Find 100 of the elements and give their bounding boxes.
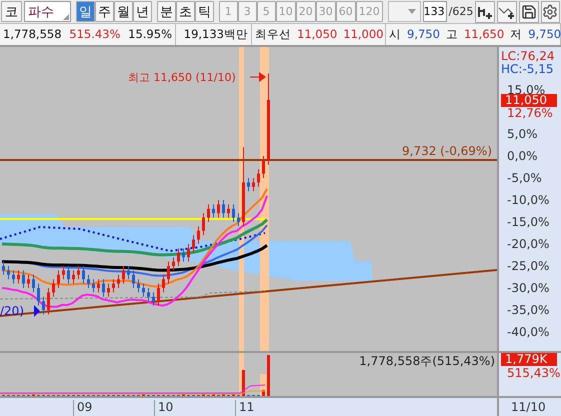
candle — [22, 270, 25, 288]
candle — [152, 292, 155, 306]
date-label: 11 — [235, 400, 254, 416]
candle — [52, 278, 55, 297]
indicator-label: /20) — [0, 304, 24, 318]
candle — [162, 274, 165, 292]
axis-label: -35,0% — [507, 302, 550, 317]
candle — [232, 204, 235, 222]
candle — [57, 270, 60, 288]
candle — [142, 282, 145, 297]
arrow-icon — [250, 72, 266, 82]
date-label: 10 — [154, 400, 174, 416]
quote-label: 저 — [510, 26, 522, 42]
candle — [227, 204, 230, 218]
ask-price: 11,050 — [297, 27, 338, 42]
candle — [107, 282, 110, 297]
candle — [67, 265, 70, 284]
candle — [197, 226, 200, 244]
add-bar-button[interactable] — [475, 0, 496, 23]
candle — [132, 270, 135, 288]
marker-icon — [34, 304, 40, 317]
candle — [42, 296, 45, 314]
stock-name-field[interactable]: 파수 — [24, 1, 71, 22]
add-line-button[interactable] — [497, 0, 518, 23]
high-price-note: 최고 11,650 (11/10) — [128, 70, 236, 85]
change-percent: 12,76% — [507, 106, 553, 120]
candle — [82, 265, 85, 284]
hc-value: HC:-5,15 — [501, 62, 554, 76]
period-tab[interactable]: 분 — [156, 1, 176, 22]
candle — [32, 274, 35, 292]
candle — [17, 270, 20, 284]
candle — [192, 234, 195, 253]
candle — [187, 243, 190, 262]
quote-value: 11,650 — [464, 27, 504, 42]
volume-label: 1,778,558주(515,43%) — [359, 354, 495, 368]
quote-label: 고 — [446, 26, 458, 42]
candle — [257, 168, 260, 187]
candle — [27, 274, 30, 288]
candle — [2, 260, 5, 275]
lc-value: LC:76,24 — [501, 48, 554, 63]
candle — [77, 265, 80, 280]
axis-label: -30,0% — [507, 280, 550, 295]
candle — [177, 248, 180, 266]
candle — [147, 287, 150, 302]
save-button[interactable] — [519, 0, 539, 23]
candle — [37, 282, 40, 306]
quote-value: 9,750 — [407, 27, 440, 42]
period-tab[interactable]: 일 — [76, 1, 95, 22]
candle — [137, 278, 140, 292]
candle — [157, 282, 160, 306]
candle — [217, 199, 220, 218]
candle — [207, 204, 210, 222]
candle — [112, 278, 115, 292]
period-tab[interactable]: 초 — [176, 1, 195, 22]
candle — [212, 204, 215, 218]
axis-label: -20,0% — [507, 236, 550, 251]
candle — [87, 274, 90, 288]
axis-label: -40,0% — [507, 324, 550, 339]
candle — [252, 177, 255, 192]
candle — [97, 278, 100, 292]
axis-label: 0,0% — [507, 148, 538, 163]
candle — [62, 265, 65, 280]
axis-label: -10,0% — [507, 192, 550, 207]
volume-ratio: 515.43% — [69, 27, 120, 42]
total-count: /625 — [448, 5, 474, 18]
candle — [222, 199, 225, 218]
current-price-tag: 11,050 — [501, 94, 557, 107]
date-label: 09 — [73, 400, 92, 416]
bar-plus-icon — [476, 4, 494, 19]
axis-label: 5,0% — [507, 126, 538, 141]
save-icon — [520, 4, 537, 20]
candle — [127, 265, 130, 280]
count-field[interactable]: 133 — [422, 1, 447, 22]
settings-button[interactable] — [540, 0, 560, 23]
trade-amount: 19,133백만 — [184, 26, 248, 42]
candle — [237, 212, 240, 226]
candle — [167, 260, 170, 284]
candle — [102, 278, 105, 297]
candle — [262, 155, 265, 178]
axis-label: -5,0% — [507, 170, 542, 185]
candle — [122, 265, 125, 284]
candle — [117, 274, 120, 288]
bid-price: 11,000 — [343, 27, 384, 42]
period-tab[interactable]: 년 — [132, 1, 152, 22]
candle — [172, 256, 175, 270]
candle — [202, 212, 205, 236]
settings-icon — [542, 4, 558, 20]
interval-dropdown[interactable] — [388, 1, 421, 22]
market-button[interactable]: 코 — [1, 1, 22, 22]
price-line-label: 9,732 (-0,69%) — [402, 144, 492, 158]
line-plus-icon — [498, 4, 516, 19]
period-tab[interactable]: 월 — [114, 1, 133, 22]
candle — [72, 270, 75, 284]
candle — [47, 287, 50, 314]
period-tab[interactable]: 주 — [94, 1, 114, 22]
candle — [12, 270, 15, 284]
turnover-rate: 15.95% — [128, 27, 172, 42]
period-tab[interactable]: 틱 — [194, 1, 214, 22]
candle — [247, 177, 250, 192]
quote-label: 시 — [389, 26, 401, 42]
